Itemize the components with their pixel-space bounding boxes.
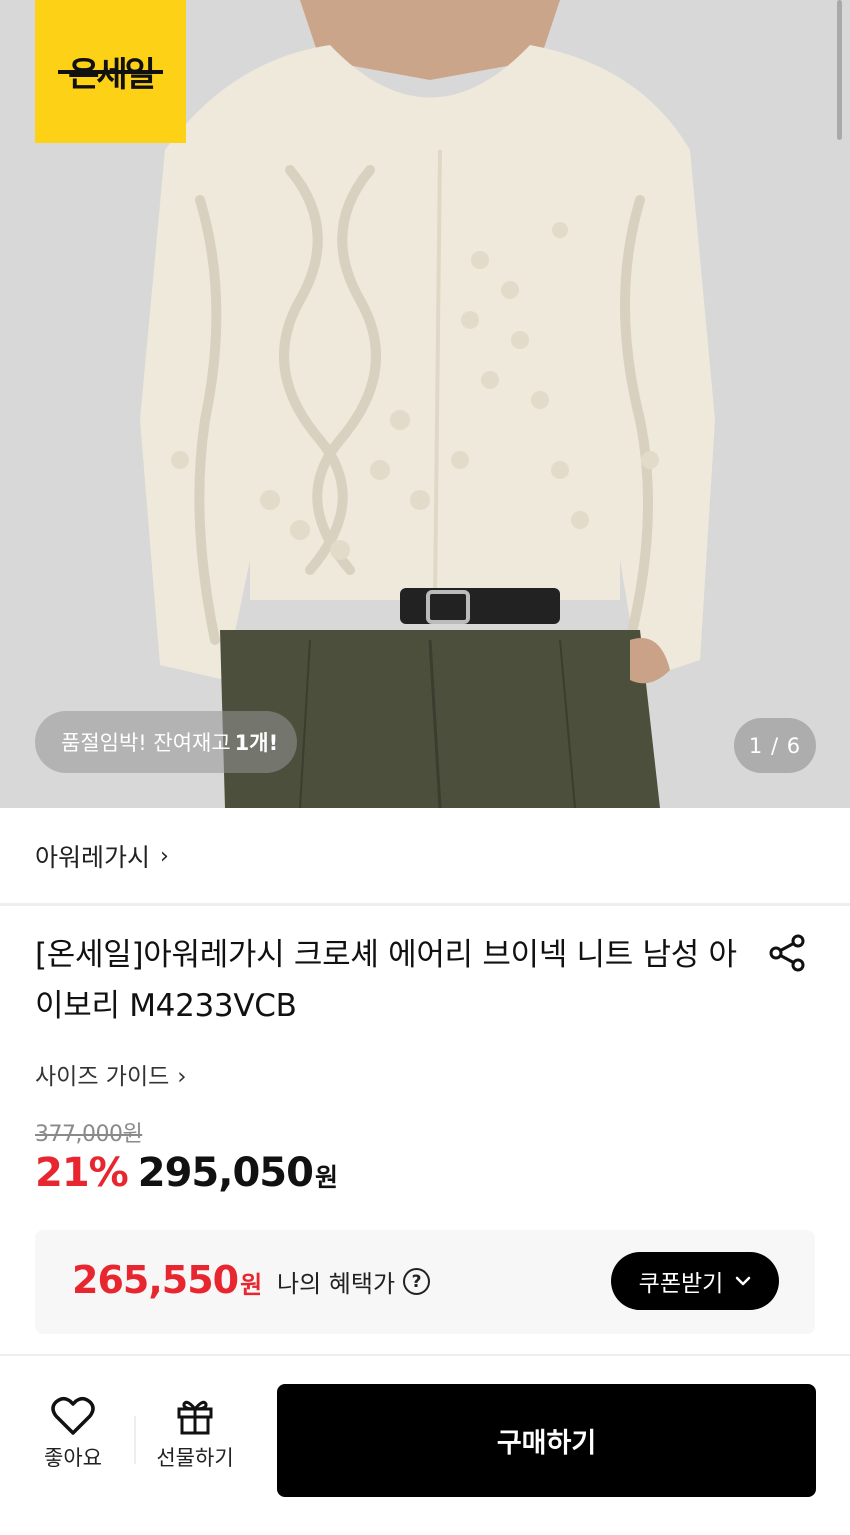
price-unit: 원	[314, 1163, 338, 1192]
low-stock-notice: 품절임박! 잔여재고 1개!	[35, 711, 297, 773]
gift-icon	[177, 1400, 213, 1435]
heart-icon	[51, 1397, 95, 1435]
product-title: [온세일]아워레가시 크로셰 에어리 브이넥 니트 남성 아이보리 M4233V…	[35, 937, 737, 1024]
size-guide-label: 사이즈 가이드	[35, 1064, 170, 1090]
gift-label: 선물하기	[156, 1446, 234, 1470]
help-icon[interactable]: ?	[403, 1268, 431, 1295]
like-label: 좋아요	[44, 1446, 102, 1470]
like-button[interactable]: 좋아요	[36, 1396, 110, 1472]
benefit-price-box: 265,550 원 나의 혜택가 ? 쿠폰받기	[35, 1230, 815, 1334]
bottom-action-bar: 좋아요 선물하기 구매하기	[0, 1354, 850, 1535]
size-guide-link[interactable]: 사이즈 가이드 ›	[35, 1057, 186, 1091]
product-detail-page: 온세일 품절임박! 잔여재고 1개! 1 / 6 아워레가시 › [온세일]아워…	[0, 0, 850, 1535]
sale-price: 295,050	[137, 1150, 314, 1196]
onsale-badge: 온세일	[35, 0, 186, 143]
coupon-button-label: 쿠폰받기	[638, 1271, 724, 1297]
price-row: 21% 295,050 원	[35, 1150, 338, 1196]
scroll-indicator	[837, 0, 842, 140]
low-stock-count: 1개!	[234, 731, 279, 755]
chevron-right-icon: ›	[177, 1064, 187, 1090]
low-stock-text: 품절임박! 잔여재고	[61, 731, 231, 755]
gift-button[interactable]: 선물하기	[150, 1396, 240, 1472]
section-divider	[0, 903, 850, 906]
benefit-label: 나의 혜택가 ?	[277, 1264, 431, 1299]
bottom-bar-divider	[134, 1416, 136, 1464]
benefit-price-value: 265,550	[72, 1258, 239, 1302]
chevron-right-icon: ›	[160, 843, 169, 869]
onsale-badge-text: 온세일	[58, 47, 163, 96]
chevron-down-icon	[736, 1276, 751, 1286]
discount-rate: 21%	[35, 1150, 129, 1196]
benefit-price: 265,550 원	[72, 1258, 262, 1302]
brand-name: 아워레가시	[35, 843, 151, 872]
benefit-label-text: 나의 혜택가	[277, 1270, 396, 1298]
buy-button[interactable]: 구매하기	[277, 1384, 816, 1497]
benefit-price-unit: 원	[240, 1271, 263, 1299]
get-coupon-button[interactable]: 쿠폰받기	[611, 1252, 779, 1310]
image-counter: 1 / 6	[734, 718, 816, 773]
original-price: 377,000원	[35, 1122, 143, 1147]
share-icon[interactable]	[768, 933, 808, 973]
brand-link[interactable]: 아워레가시 ›	[0, 808, 850, 904]
product-image-carousel[interactable]: 온세일 품절임박! 잔여재고 1개! 1 / 6	[0, 0, 850, 808]
